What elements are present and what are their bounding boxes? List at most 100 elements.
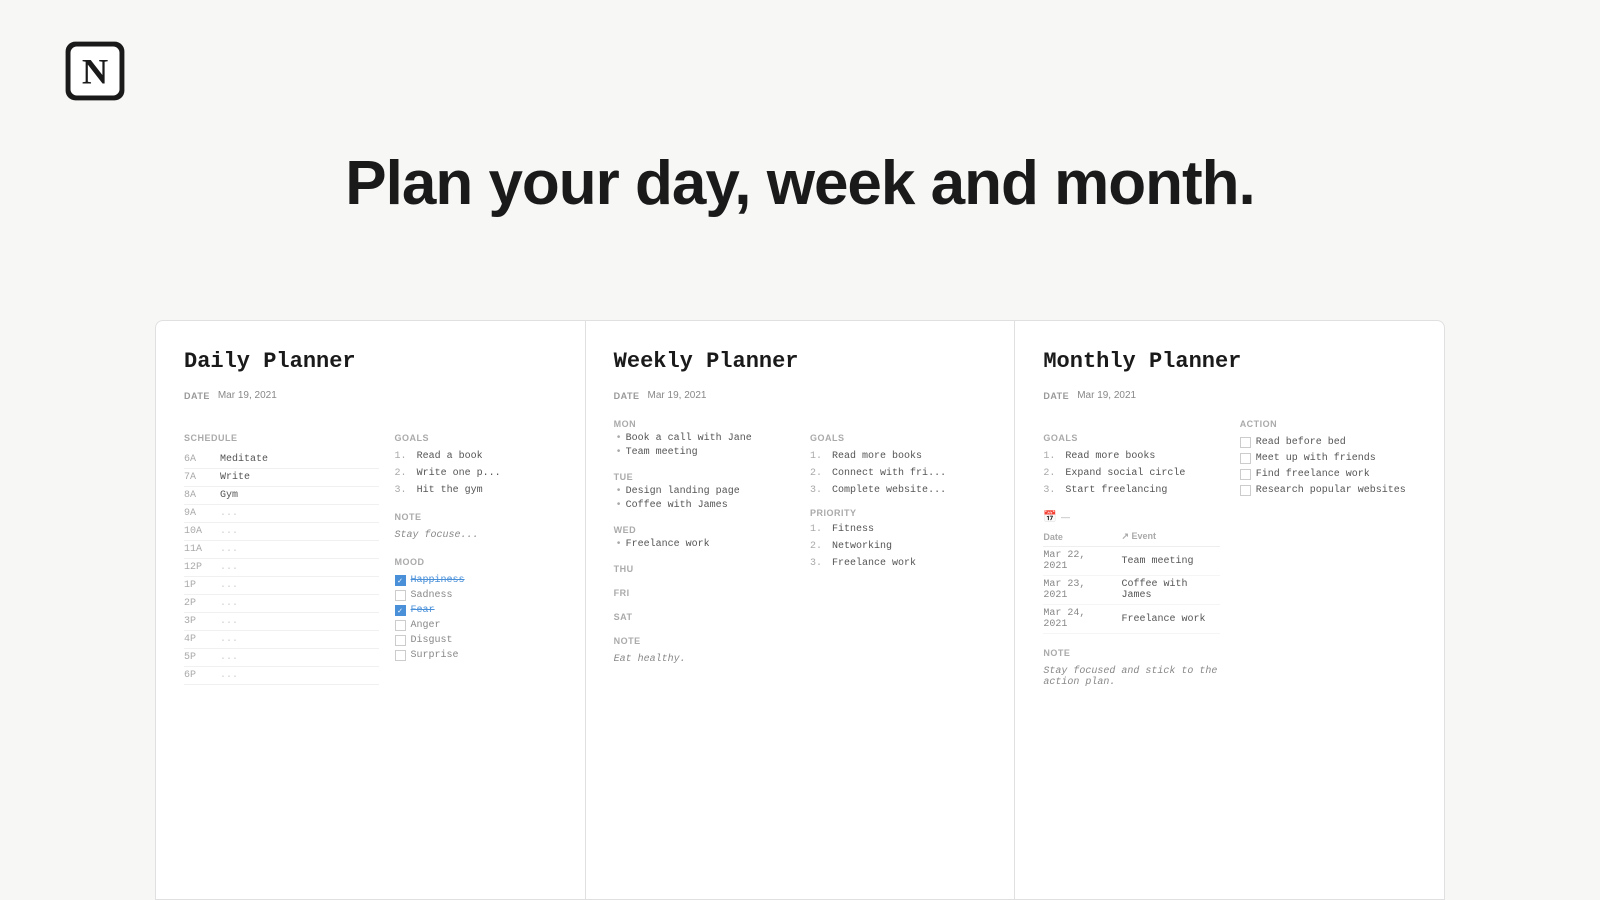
mood-label-surprise: Surprise	[411, 650, 459, 661]
thu-label: THU	[614, 564, 790, 574]
action-checkbox-2[interactable]	[1240, 453, 1251, 464]
weekly-date-value: Mar 19, 2021	[648, 390, 707, 401]
schedule-row-7a: 7A Write	[184, 469, 379, 487]
val-dots-5p: ...	[220, 652, 238, 663]
val-write: Write	[220, 472, 250, 483]
monthly-goals-header: GOALS	[1043, 433, 1219, 443]
goal-num-1: 1.	[395, 451, 407, 462]
action-text-3: Find freelance work	[1256, 469, 1370, 480]
day-fri: FRI	[614, 588, 790, 598]
mood-checkbox-fear[interactable]	[395, 605, 406, 616]
mood-checkbox-surprise[interactable]	[395, 650, 406, 661]
time-12p: 12P	[184, 562, 210, 573]
schedule-row-6p: 6P ...	[184, 667, 379, 685]
mood-checkbox-happiness[interactable]	[395, 575, 406, 586]
mon-item-2: Team meeting	[614, 447, 790, 458]
event-name-2: Coffee with James	[1122, 576, 1220, 605]
schedule-row-8a: 8A Gym	[184, 487, 379, 505]
time-2p: 2P	[184, 598, 210, 609]
events-section: 📅 — Date ↗ Event	[1043, 510, 1219, 634]
monthly-goal-text-2: Expand social circle	[1065, 468, 1185, 479]
weekly-goal-num-3: 3.	[810, 485, 822, 496]
calendar-icon-cell: 📅 —	[1043, 510, 1219, 523]
daily-planner-title: Daily Planner	[184, 349, 557, 374]
time-11a: 11A	[184, 544, 210, 555]
schedule-row-9a: 9A ...	[184, 505, 379, 523]
event-name-3: Freelance work	[1122, 605, 1220, 634]
event-date-1: Mar 22, 2021	[1043, 547, 1121, 576]
mood-surprise: Surprise	[395, 650, 557, 661]
schedule-row-10a: 10A ...	[184, 523, 379, 541]
priority-num-1: 1.	[810, 524, 822, 535]
schedule-row-4p: 4P ...	[184, 631, 379, 649]
action-3: Find freelance work	[1240, 469, 1416, 480]
priority-num-2: 2.	[810, 541, 822, 552]
monthly-goal-num-2: 2.	[1043, 468, 1055, 479]
schedule-header: SCHEDULE	[184, 433, 379, 443]
day-tue: TUE Design landing page Coffee with Jame…	[614, 472, 790, 511]
val-dots-6p: ...	[220, 670, 238, 681]
priority-3: 3. Freelance work	[810, 558, 986, 569]
action-checkbox-3[interactable]	[1240, 469, 1251, 480]
val-dots-2p: ...	[220, 598, 238, 609]
event-row-1: Mar 22, 2021 Team meeting	[1043, 547, 1219, 576]
time-4p: 4P	[184, 634, 210, 645]
monthly-goal-1: 1. Read more books	[1043, 451, 1219, 462]
mood-checkbox-anger[interactable]	[395, 620, 406, 631]
mood-label-fear: Fear	[411, 605, 435, 616]
mood-checkbox-disgust[interactable]	[395, 635, 406, 646]
tue-item-2: Coffee with James	[614, 500, 790, 511]
action-checkbox-4[interactable]	[1240, 485, 1251, 496]
val-dots-11a: ...	[220, 544, 238, 555]
mon-item-1: Book a call with Jane	[614, 433, 790, 444]
monthly-goal-2: 2. Expand social circle	[1043, 468, 1219, 479]
mood-label-disgust: Disgust	[411, 635, 453, 646]
daily-date-label: DATE	[184, 391, 210, 401]
priority-header: PRIORITY	[810, 508, 986, 518]
goal-2: 2. Write one p...	[395, 468, 557, 479]
priority-text-1: Fitness	[832, 524, 874, 535]
daily-date-row: DATE Mar 19, 2021	[184, 390, 557, 401]
action-checkbox-1[interactable]	[1240, 437, 1251, 448]
weekly-layout: MON Book a call with Jane Team meeting T…	[614, 419, 987, 665]
val-gym: Gym	[220, 490, 238, 501]
daily-note: Stay focuse...	[395, 530, 557, 541]
action-header: ACTION	[1240, 419, 1416, 429]
monthly-note: NOTE Stay focused and stick to the actio…	[1043, 648, 1219, 688]
time-8a: 8A	[184, 490, 210, 501]
tue-label: TUE	[614, 472, 790, 482]
monthly-goal-num-3: 3.	[1043, 485, 1055, 496]
day-thu: THU	[614, 564, 790, 574]
goal-num-2: 2.	[395, 468, 407, 479]
weekly-planner-title: Weekly Planner	[614, 349, 987, 374]
weekly-date-label: DATE	[614, 391, 640, 401]
daily-date-value: Mar 19, 2021	[218, 390, 277, 401]
monthly-note-header: NOTE	[1043, 648, 1219, 658]
monthly-planner-card: Monthly Planner DATE Mar 19, 2021 GOALS …	[1014, 320, 1445, 900]
priority-section: PRIORITY 1. Fitness 2. Networking 3. Fre…	[810, 508, 986, 569]
mood-label-anger: Anger	[411, 620, 441, 631]
event-date-2: Mar 23, 2021	[1043, 576, 1121, 605]
val-dots-12p: ...	[220, 562, 238, 573]
schedule-col: SCHEDULE 6A Meditate 7A Write 8A Gym 9A	[184, 419, 379, 685]
monthly-action-col: ACTION Read before bed Meet up with frie…	[1240, 419, 1416, 688]
weekly-note-header: NOTE	[614, 636, 790, 646]
weekly-note: Eat healthy.	[614, 654, 790, 665]
days-col: MON Book a call with Jane Team meeting T…	[614, 419, 790, 665]
weekly-goals-header: GOALS	[810, 433, 986, 443]
fri-label: FRI	[614, 588, 790, 598]
mood-label-sadness: Sadness	[411, 590, 453, 601]
val-dots-1p: ...	[220, 580, 238, 591]
monthly-planner-title: Monthly Planner	[1043, 349, 1416, 374]
action-text-2: Meet up with friends	[1256, 453, 1376, 464]
action-2: Meet up with friends	[1240, 453, 1416, 464]
mood-anger: Anger	[395, 620, 557, 631]
action-4: Research popular websites	[1240, 485, 1416, 496]
svg-text:N: N	[82, 52, 108, 92]
mood-checkbox-sadness[interactable]	[395, 590, 406, 601]
calendar-icon: 📅	[1043, 510, 1057, 523]
goal-num-3: 3.	[395, 485, 407, 496]
time-3p: 3P	[184, 616, 210, 627]
events-date-col-header: Date	[1043, 531, 1121, 547]
day-sat: SAT	[614, 612, 790, 622]
